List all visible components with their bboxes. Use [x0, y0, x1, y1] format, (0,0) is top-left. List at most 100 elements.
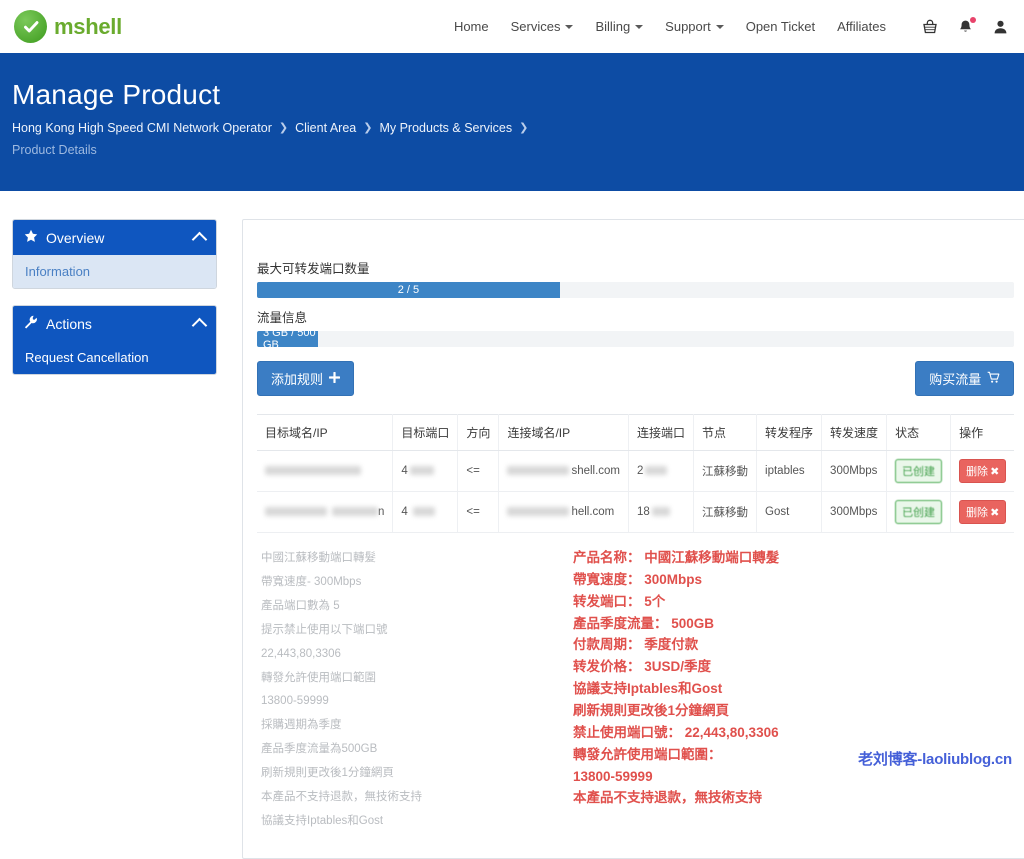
nav-item-affiliates-label: Affiliates [837, 19, 886, 34]
cell-connect-host: hell.com [499, 492, 629, 533]
chevron-right-icon: ❯ [519, 123, 528, 134]
description-line: 協議支持Iptables和Gost [573, 678, 1010, 700]
traffic-progress: 3 GB / 500 GB [257, 331, 1014, 347]
cell-connect-host: shell.com [499, 451, 629, 492]
brand-logo[interactable]: mshell [14, 10, 122, 43]
chevron-down-icon [635, 25, 643, 29]
description-line: 22,443,80,3306 [261, 643, 533, 667]
nav-item-services[interactable]: Services [511, 19, 574, 34]
sidebar-item-information-label: Information [25, 264, 90, 279]
col-target-host: 目标域名/IP [257, 415, 393, 451]
delete-rule-button[interactable]: 删除✖ [959, 459, 1006, 483]
sidebar-panel-overview: Overview Information [12, 219, 217, 289]
close-x-icon: ✖ [990, 466, 999, 478]
product-description-primary: 产品名称： 中國江蘇移動端口轉髮帶寬速度： 300Mbps转发端口： 5个產品季… [573, 547, 1010, 834]
traffic-label: 流量信息 [257, 307, 1014, 326]
col-target-port: 目标端口 [393, 415, 458, 451]
breadcrumb-item-client-area[interactable]: Client Area [295, 121, 356, 135]
chevron-right-icon: ❯ [363, 123, 372, 134]
page-header-banner: Manage Product Hong Kong High Speed CMI … [0, 53, 1024, 191]
nav-item-home[interactable]: Home [454, 19, 489, 34]
cell-connect-port-prefix: 2 [637, 465, 643, 477]
buy-traffic-button-label: 购买流量 [929, 369, 981, 388]
delete-rule-button[interactable]: 删除✖ [959, 500, 1006, 524]
user-icon[interactable] [993, 19, 1008, 35]
cell-connect-host-suffix: hell.com [571, 506, 614, 518]
cell-target-host-suffix: n [378, 506, 384, 518]
plus-icon [329, 371, 340, 386]
sidebar-item-request-cancellation[interactable]: Request Cancellation [13, 341, 216, 374]
sidebar-panel-actions-header[interactable]: Actions [13, 306, 216, 341]
description-line: 刷新規則更改後1分鐘網頁 [261, 762, 533, 786]
description-line: 帶寬速度： 300Mbps [573, 569, 1010, 591]
col-connect-host: 连接域名/IP [499, 415, 629, 451]
description-line: 本產品不支持退款，無技術支持 [261, 786, 533, 810]
description-line: 本產品不支持退款，無技術支持 [573, 787, 1010, 809]
description-line: 转发价格： 3USD/季度 [573, 656, 1010, 678]
description-line: 帶寬速度- 300Mbps [261, 571, 533, 595]
breadcrumb: Hong Kong High Speed CMI Network Operato… [12, 121, 1024, 135]
description-line: 刷新規則更改後1分鐘網頁 [573, 700, 1010, 722]
description-line: 禁止使用端口號： 22,443,80,3306 [573, 722, 1010, 744]
cart-icon [987, 371, 1000, 387]
star-icon [24, 229, 38, 246]
description-line: 产品名称： 中國江蘇移動端口轉髮 [573, 547, 1010, 569]
top-navigation-bar: mshell Home Services Billing Support Ope… [0, 0, 1024, 53]
nav-item-billing[interactable]: Billing [595, 19, 643, 34]
buy-traffic-button[interactable]: 购买流量 [915, 361, 1014, 396]
description-line: 協議支持Iptables和Gost [261, 810, 533, 834]
cell-action: 删除✖ [951, 451, 1015, 492]
product-description: 中國江蘇移動端口轉髮帶寬速度- 300Mbps產品端口數為 5提示禁止使用以下端… [257, 533, 1014, 844]
cell-program: Gost [757, 492, 822, 533]
chevron-up-icon[interactable] [192, 317, 208, 333]
nav-item-support[interactable]: Support [665, 19, 724, 34]
description-line: 提示禁止使用以下端口號 [261, 619, 533, 643]
description-line: 產品端口數為 5 [261, 595, 533, 619]
chevron-right-icon: ❯ [279, 123, 288, 134]
col-connect-port: 连接端口 [629, 415, 694, 451]
col-program: 转发程序 [757, 415, 822, 451]
cart-icon[interactable] [922, 19, 938, 35]
nav-icon-group [922, 19, 1008, 35]
sidebar-item-request-cancellation-label: Request Cancellation [25, 350, 149, 365]
sidebar: Overview Information Actions Request Can… [12, 219, 217, 391]
nav-item-open-ticket[interactable]: Open Ticket [746, 19, 815, 34]
redacted-value [265, 507, 327, 516]
sidebar-panel-overview-header[interactable]: Overview [13, 220, 216, 255]
product-description-secondary: 中國江蘇移動端口轉髮帶寬速度- 300Mbps產品端口數為 5提示禁止使用以下端… [261, 547, 533, 834]
page-title: Manage Product [12, 79, 1024, 111]
cell-action: 删除✖ [951, 492, 1015, 533]
cell-direction: <= [458, 492, 499, 533]
sidebar-item-information[interactable]: Information [13, 255, 216, 288]
bell-icon[interactable] [958, 19, 973, 35]
cell-connect-host-suffix: shell.com [571, 465, 620, 477]
breadcrumb-current: Product Details [12, 143, 1024, 157]
cell-target-port-prefix: 4 [401, 506, 407, 518]
col-direction: 方向 [458, 415, 499, 451]
wrench-icon [24, 315, 38, 332]
chevron-up-icon[interactable] [192, 231, 208, 247]
table-row: 4 <= shell.com 2 江蘇移動 iptables 300Mbps [257, 451, 1014, 492]
chevron-down-icon [716, 25, 724, 29]
col-status: 状态 [887, 415, 951, 451]
green-check-circle-icon [14, 10, 47, 43]
nav-item-home-label: Home [454, 19, 489, 34]
nav-item-affiliates[interactable]: Affiliates [837, 19, 886, 34]
cell-status: 已创建 [887, 451, 951, 492]
nav-item-open-ticket-label: Open Ticket [746, 19, 815, 34]
description-line: 轉發允許使用端口範圍 [261, 667, 533, 691]
breadcrumb-item-operator[interactable]: Hong Kong High Speed CMI Network Operato… [12, 121, 272, 135]
redacted-value [507, 466, 569, 475]
status-badge: 已创建 [895, 500, 942, 524]
cell-connect-port-prefix: 18 [637, 506, 650, 518]
cell-target-port-prefix: 4 [401, 465, 407, 477]
sidebar-panel-overview-title: Overview [46, 230, 186, 246]
nav-item-services-label: Services [511, 19, 561, 34]
cell-connect-port: 18 [629, 492, 694, 533]
description-line: 转发端口： 5个 [573, 591, 1010, 613]
breadcrumb-item-my-products[interactable]: My Products & Services [379, 121, 512, 135]
main-nav: Home Services Billing Support Open Ticke… [454, 19, 1024, 35]
add-rule-button[interactable]: 添加规则 [257, 361, 354, 396]
cell-target-port: 4 [393, 451, 458, 492]
cell-direction: <= [458, 451, 499, 492]
